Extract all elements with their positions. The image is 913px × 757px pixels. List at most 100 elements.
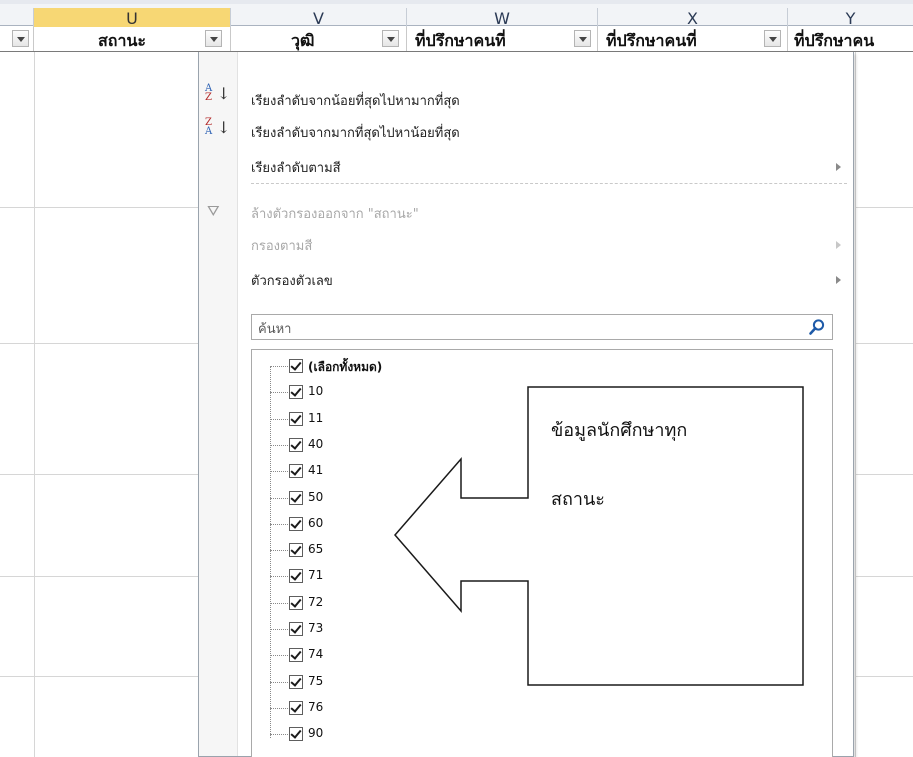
tree-branch-line bbox=[270, 471, 288, 473]
checkbox-checked-icon[interactable] bbox=[289, 437, 303, 452]
checkbox-checked-icon[interactable] bbox=[289, 490, 303, 505]
menu-item-sort-by-color[interactable]: เรียงลำดับตามสี bbox=[251, 157, 341, 178]
checkbox-checked-icon[interactable] bbox=[289, 700, 303, 715]
menu-item-sort-ascending[interactable]: เรียงลำดับจากน้อยที่สุดไปหามากที่สุด bbox=[251, 90, 460, 111]
grid-line bbox=[0, 676, 198, 677]
grid-line bbox=[0, 474, 198, 475]
submenu-arrow-icon bbox=[836, 276, 841, 284]
callout-text-line-2: สถานะ bbox=[551, 489, 605, 510]
sort-ascending-icon: A Z ↓ bbox=[205, 83, 231, 103]
column-letter-x[interactable]: X bbox=[598, 8, 788, 29]
checkbox-checked-icon[interactable] bbox=[289, 569, 303, 584]
checkbox-checked-icon[interactable] bbox=[289, 595, 303, 610]
header-label-advisor-3: ที่ปรึกษาคน bbox=[794, 31, 875, 50]
filter-value-list: (เลือกทั้งหมด) 10 11 40 41 50 60 65 71 72 73 74 75 76… bbox=[251, 349, 833, 757]
checkbox-label: 72 bbox=[308, 594, 324, 609]
tree-branch-line bbox=[270, 444, 288, 446]
checkbox-label: 74 bbox=[308, 647, 324, 662]
header-label-advisor-2: ที่ปรึกษาคนที่ bbox=[606, 31, 697, 50]
tree-branch-line bbox=[270, 734, 288, 736]
checkbox-label: 50 bbox=[308, 489, 324, 504]
callout-text-line-1: ข้อมูลนักศึกษาทุก bbox=[551, 420, 688, 441]
tree-branch-line bbox=[270, 392, 288, 394]
tree-branch-line bbox=[270, 418, 288, 420]
menu-item-clear-filter[interactable]: ล้างตัวกรองออกจาก "สถานะ" bbox=[251, 203, 419, 224]
checkbox-label: 90 bbox=[308, 726, 324, 741]
tree-branch-line bbox=[270, 602, 288, 604]
menu-separator bbox=[251, 183, 847, 184]
checkbox-checked-icon[interactable] bbox=[289, 464, 303, 479]
filter-dropdown-button-status[interactable] bbox=[205, 30, 222, 47]
grid-line bbox=[855, 576, 913, 577]
filter-dropdown-button-advisor-2[interactable] bbox=[764, 30, 781, 47]
column-letter-y[interactable]: Y bbox=[788, 8, 913, 29]
header-label-advisor-1: ที่ปรึกษาคนที่ bbox=[415, 31, 506, 50]
column-letter-blank[interactable] bbox=[0, 8, 34, 29]
checkbox-label: 75 bbox=[308, 673, 324, 688]
column-letter-u[interactable]: U bbox=[34, 8, 231, 29]
checkbox-label: 10 bbox=[308, 384, 324, 399]
grid-line bbox=[0, 207, 198, 208]
checkbox-checked-icon[interactable] bbox=[289, 516, 303, 531]
checkbox-label: 41 bbox=[308, 463, 324, 478]
header-cell-advisor-1: ที่ปรึกษาคนที่ bbox=[407, 27, 598, 51]
header-cell-degree: วุฒิ bbox=[231, 27, 407, 51]
grid-line bbox=[855, 52, 856, 757]
filter-search-box[interactable]: ค้นหา bbox=[251, 314, 833, 340]
filter-search-placeholder: ค้นหา bbox=[258, 322, 292, 337]
checkbox-label: 60 bbox=[308, 515, 324, 530]
checkbox-checked-icon[interactable] bbox=[289, 411, 303, 426]
tree-branch-line bbox=[270, 497, 288, 499]
grid-line bbox=[0, 343, 198, 344]
search-icon[interactable] bbox=[808, 318, 826, 336]
menu-item-filter-by-color[interactable]: กรองตามสี bbox=[251, 235, 312, 256]
grid-line bbox=[855, 676, 913, 677]
menu-item-number-filters[interactable]: ตัวกรองตัวเลข bbox=[251, 270, 333, 291]
filter-dropdown-button[interactable] bbox=[12, 30, 29, 47]
checkbox-checked-icon[interactable] bbox=[289, 648, 303, 663]
header-cell-advisor-3: ที่ปรึกษาคน bbox=[788, 27, 913, 51]
checkbox-label: 65 bbox=[308, 542, 324, 557]
menu-icon-column bbox=[199, 52, 238, 756]
tree-branch-line bbox=[270, 629, 288, 630]
tree-branch-line bbox=[270, 655, 288, 657]
checkbox-label: 40 bbox=[308, 436, 324, 451]
tree-branch-line bbox=[270, 523, 288, 525]
checkbox-label: 76 bbox=[308, 699, 324, 714]
grid-line bbox=[855, 343, 913, 344]
grid-line bbox=[34, 52, 35, 757]
table-header-row: สถานะ วุฒิ ที่ปรึกษาคนที่ ที่ปรึกษาคนที่… bbox=[0, 27, 913, 52]
column-letter-v[interactable]: V bbox=[231, 8, 407, 29]
column-header-strip: U V W X Y bbox=[0, 0, 913, 29]
column-letter-w[interactable]: W bbox=[407, 8, 598, 29]
filter-dropdown-button-advisor-1[interactable] bbox=[574, 30, 591, 47]
tree-branch-line bbox=[270, 681, 288, 683]
menu-item-sort-descending[interactable]: เรียงลำดับจากมากที่สุดไปหาน้อยที่สุด bbox=[251, 122, 460, 143]
checkbox-checked-icon[interactable] bbox=[289, 674, 303, 689]
grid-line bbox=[0, 576, 198, 577]
header-cell-t bbox=[0, 27, 34, 51]
autofilter-menu: A Z ↓ เรียงลำดับจากน้อยที่สุดไปหามากที่สุด… bbox=[198, 52, 854, 757]
tree-branch-line bbox=[270, 576, 288, 578]
checkbox-label: 11 bbox=[308, 410, 324, 425]
header-cell-status: สถานะ bbox=[34, 27, 231, 51]
checkbox-checked-icon[interactable] bbox=[289, 385, 303, 400]
tree-branch-line bbox=[270, 366, 288, 367]
submenu-arrow-icon bbox=[836, 163, 841, 171]
checkbox-label: 71 bbox=[308, 568, 324, 583]
checkbox-checked-icon[interactable] bbox=[289, 622, 303, 636]
header-label-degree: วุฒิ bbox=[291, 31, 315, 50]
clear-filter-icon: ⛛ bbox=[207, 202, 220, 220]
tree-branch-line bbox=[270, 707, 288, 709]
header-label-status: สถานะ bbox=[98, 31, 146, 50]
grid-line bbox=[855, 474, 913, 475]
filter-dropdown-button-degree[interactable] bbox=[382, 30, 399, 47]
checkbox-checked-icon[interactable] bbox=[289, 543, 303, 558]
checkbox-label: 73 bbox=[308, 621, 324, 635]
submenu-arrow-icon bbox=[836, 241, 841, 249]
checkbox-label: (เลือกทั้งหมด) bbox=[308, 360, 383, 374]
checkbox-checked-icon[interactable] bbox=[289, 359, 303, 373]
checkbox-checked-icon[interactable] bbox=[289, 727, 303, 742]
header-cell-advisor-2: ที่ปรึกษาคนที่ bbox=[598, 27, 788, 51]
sort-descending-icon: Z A ↓ bbox=[205, 117, 231, 137]
